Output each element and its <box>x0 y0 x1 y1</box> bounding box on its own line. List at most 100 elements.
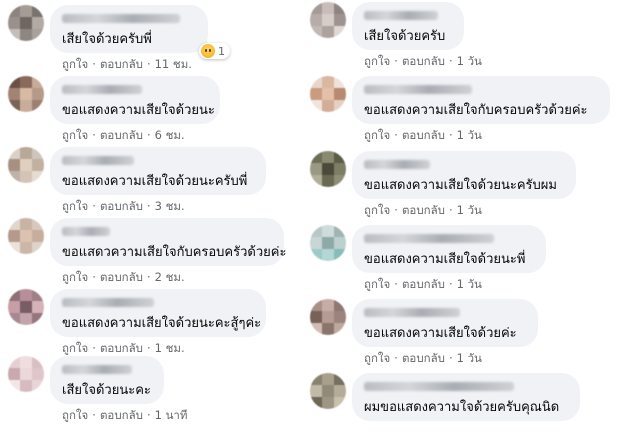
comment-item: ขอแสดงความเสียใจด้วยค่ะ ถูกใจ · ตอบกลับ · 1 … <box>306 299 640 365</box>
comment-text: ขอแสดวความเสียใจกับครอบครัวด้วยค่ะ <box>62 245 287 260</box>
avatar[interactable] <box>8 76 44 112</box>
comment-timestamp[interactable]: 2 ชม. <box>155 269 185 287</box>
avatar[interactable] <box>8 218 44 254</box>
author-name-blurred[interactable] <box>364 11 438 20</box>
comment-bubble: ขอแสดวความเสียใจกับครอบครัวด้วยค่ะ <box>50 218 287 266</box>
avatar[interactable] <box>310 76 346 112</box>
comment-timestamp[interactable]: 6 ชม. <box>155 127 185 145</box>
reply-link[interactable]: ตอบกลับ <box>100 56 143 74</box>
comment-actions: ถูกใจ · ตอบกลับ · 1 วัน <box>364 127 482 145</box>
comment-bubble: เสียใจด้วยนะคะ <box>50 356 164 404</box>
reply-link[interactable]: ตอบกลับ <box>100 198 143 216</box>
comment-timestamp[interactable]: 1 วัน <box>457 202 482 220</box>
comment-bubble: ขอแสดงความเสียใจด้วยนะพี่ <box>352 225 546 273</box>
comment-text: ขอแสดงความเสียใจกับครอบครัวด้วยค่ะ <box>364 103 588 118</box>
reply-link[interactable]: ตอบกลับ <box>100 407 143 425</box>
author-name-blurred[interactable] <box>62 365 132 374</box>
sad-emoji-icon <box>201 44 215 58</box>
avatar[interactable] <box>8 147 44 183</box>
comment-item: เสียใจด้วยครับพี่ 1 ถูกใจ · ตอบกลับ · 11 ชม. <box>0 5 316 71</box>
comment-item: ขอแสดวความเสียใจกับครอบครัวด้วยค่ะ ถูกใจ… <box>0 218 316 284</box>
comment-timestamp[interactable]: 1 วัน <box>457 350 482 368</box>
author-name-blurred[interactable] <box>62 85 142 94</box>
avatar[interactable] <box>310 151 346 187</box>
reply-link[interactable]: ตอบกลับ <box>100 127 143 145</box>
comment-timestamp[interactable]: 1 วัน <box>457 276 482 294</box>
author-name-blurred[interactable] <box>364 234 494 243</box>
comment-bubble: เสียใจด้วยครับพี่ 1 <box>50 5 230 59</box>
reply-link[interactable]: ตอบกลับ <box>100 269 143 287</box>
comment-timestamp[interactable]: 1 วัน <box>457 53 482 71</box>
comment-item: ขอแสดงความเสียใจกับครอบครัวด้วยค่ะ ถูกใจ… <box>306 76 640 142</box>
reply-link[interactable]: ตอบกลับ <box>402 53 445 71</box>
comment-actions: ถูกใจ · ตอบกลับ · 11 ชม. <box>62 56 192 74</box>
author-name-blurred[interactable] <box>364 160 430 169</box>
like-link[interactable]: ถูกใจ <box>364 53 390 71</box>
reply-link[interactable]: ตอบกลับ <box>402 276 445 294</box>
reply-link[interactable]: ตอบกลับ <box>402 350 445 368</box>
like-link[interactable]: ถูกใจ <box>364 127 390 145</box>
comment-timestamp[interactable]: 3 ชม. <box>155 198 185 216</box>
reaction-count: 1 <box>218 44 225 58</box>
comment-item: เสียใจด้วยนะคะ ถูกใจ · ตอบกลับ · 1 นาที <box>0 356 316 422</box>
like-link[interactable]: ถูกใจ <box>364 276 390 294</box>
comment-item: เสียใจด้วยครับ ถูกใจ · ตอบกลับ · 1 วัน <box>306 2 640 68</box>
comment-actions: ถูกใจ · ตอบกลับ · 6 ชม. <box>62 127 185 145</box>
avatar[interactable] <box>310 373 346 409</box>
comment-bubble: ผมขอแสดงความใจด้วยครับคุณนิด <box>352 373 580 421</box>
comment-text: ขอแสดงความเสียใจด้วยนะ <box>62 103 215 118</box>
comment-text: เสียใจด้วยครับ <box>364 29 446 44</box>
comment-bubble: ขอแสดงความเสียใจด้วยค่ะ <box>352 299 538 347</box>
author-name-blurred[interactable] <box>364 85 472 94</box>
comment-actions: ถูกใจ · ตอบกลับ · 1 วัน <box>364 350 482 368</box>
comment-text: ขอแสดงความเสียใจด้วยนะครับผม <box>364 178 557 193</box>
author-name-blurred[interactable] <box>364 382 514 391</box>
author-name-blurred[interactable] <box>364 308 460 317</box>
comment-actions: ถูกใจ · ตอบกลับ · 1 นาที <box>62 407 187 425</box>
comment-text: ผมขอแสดงความใจด้วยครับคุณนิด <box>364 400 560 415</box>
like-link[interactable]: ถูกใจ <box>62 269 88 287</box>
like-link[interactable]: ถูกใจ <box>62 56 88 74</box>
avatar[interactable] <box>8 5 44 41</box>
comment-item: ขอแสดงความเสียใจด้วยนะครับผม ถูกใจ · ตอบกล… <box>306 151 640 217</box>
avatar[interactable] <box>310 2 346 38</box>
reply-link[interactable]: ตอบกลับ <box>402 202 445 220</box>
reply-link[interactable]: ตอบกลับ <box>402 127 445 145</box>
comment-item: ขอแสดงความเสียใจด้วยนะ ถูกใจ · ตอบกลับ · 6 ช… <box>0 76 316 142</box>
like-link[interactable]: ถูกใจ <box>62 198 88 216</box>
avatar[interactable] <box>310 225 346 261</box>
author-name-blurred[interactable] <box>62 298 154 307</box>
comment-bubble: ขอแสดงความเสียใจกับครอบครัวด้วยค่ะ <box>352 76 610 124</box>
like-link[interactable]: ถูกใจ <box>62 407 88 425</box>
comment-bubble: ขอแสดงความเสียใจด้วยนะ <box>50 76 220 124</box>
comment-item: ขอแสดงความเสียใจด้วยนะคะสู้ๆค่ะ ถูกใจ · ตอ… <box>0 289 316 355</box>
comment-text: ขอแสดงความเสียใจด้วยนะพี่ <box>364 252 526 267</box>
comment-text: ขอแสดงความเสียใจด้วยนะครับพี่ <box>62 174 248 189</box>
comment-actions: ถูกใจ · ตอบกลับ · 1 วัน <box>364 202 482 220</box>
author-name-blurred[interactable] <box>62 156 134 165</box>
avatar[interactable] <box>8 289 44 325</box>
comment-text: ขอแสดงความเสียใจด้วยนะคะสู้ๆค่ะ <box>62 316 262 331</box>
author-name-blurred[interactable] <box>62 227 110 236</box>
comment-timestamp[interactable]: 1 นาที <box>155 407 188 425</box>
comment-bubble: ขอแสดงความเสียใจด้วยนะครับพี่ <box>50 147 266 195</box>
comment-bubble: ขอแสดงความเสียใจด้วยนะคะสู้ๆค่ะ <box>50 289 266 337</box>
avatar[interactable] <box>310 299 346 335</box>
comment-timestamp[interactable]: 11 ชม. <box>155 56 192 74</box>
comment-actions: ถูกใจ · ตอบกลับ · 1 วัน <box>364 53 482 71</box>
comment-item: ขอแสดงความเสียใจด้วยนะพี่ ถูกใจ · ตอบกลับ ·… <box>306 225 640 291</box>
like-link[interactable]: ถูกใจ <box>62 127 88 145</box>
like-link[interactable]: ถูกใจ <box>364 202 390 220</box>
comment-item: ขอแสดงความเสียใจด้วยนะครับพี่ ถูกใจ · ตอบก… <box>0 147 316 213</box>
avatar[interactable] <box>8 356 44 392</box>
comment-actions: ถูกใจ · ตอบกลับ · 3 ชม. <box>62 198 185 216</box>
comment-actions: ถูกใจ · ตอบกลับ · 1 วัน <box>364 276 482 294</box>
reaction-badge[interactable]: 1 <box>199 43 230 59</box>
comment-text: เสียใจด้วยนะคะ <box>62 383 151 398</box>
comment-bubble: ขอแสดงความเสียใจด้วยนะครับผม <box>352 151 576 199</box>
comment-timestamp[interactable]: 1 วัน <box>457 127 482 145</box>
comment-item: ผมขอแสดงความใจด้วยครับคุณนิด <box>306 373 640 437</box>
author-name-blurred[interactable] <box>62 14 180 23</box>
like-link[interactable]: ถูกใจ <box>364 350 390 368</box>
comment-bubble: เสียใจด้วยครับ <box>352 2 464 50</box>
